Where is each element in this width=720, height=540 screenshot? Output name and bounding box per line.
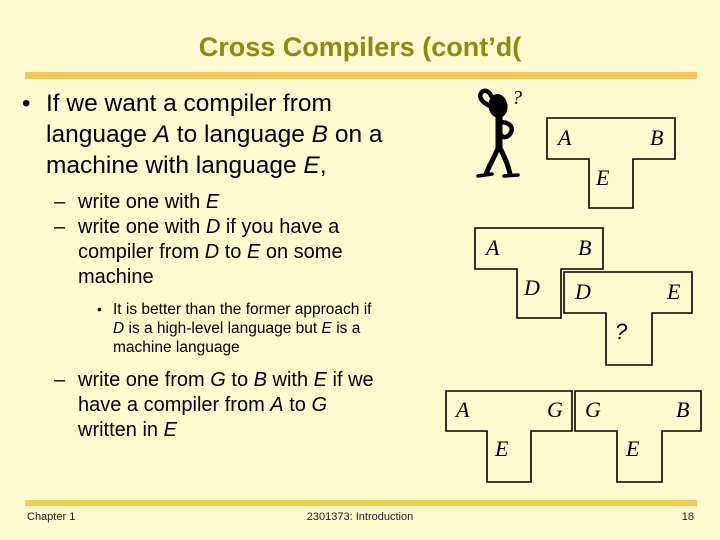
sub2-lang-e: E [246,241,261,263]
t3b-stem-label: E [626,436,640,461]
sub1-text: write one with [78,191,206,213]
footer-divider [25,500,697,506]
bullet1-lang-b: B [311,121,329,148]
bullet1-lang-a: A [153,121,170,148]
t2b-left-label: D [575,279,591,304]
dash-marker: – [54,369,66,391]
bullet1-line1: If we want a compiler from [46,90,332,117]
note-line2-part1: is a high-level language but [124,320,322,337]
bullet-level1-item: • If we want a compiler from language A … [0,88,468,181]
sub3-line2-part2: to [283,394,312,416]
sub3-lang-g2: G [311,394,327,416]
page-title: Cross Compilers (cont’d( [198,32,522,62]
sub3-line1-part4: if we [327,369,374,391]
bullet-level2-item-1: – write one with E [0,190,468,215]
bullet-level3-item: • It is better than the former approach … [0,300,468,357]
note-line3: machine language [113,339,240,356]
t1-right-label: B [650,125,664,150]
sub3-lang-g: G [210,369,226,391]
t3a-left-label: A [456,397,470,422]
footer-page-number: 18 [681,511,694,523]
sub1-lang-e: E [205,191,220,213]
t-diagram-2b: D E ? [563,271,693,366]
note-lang-d: D [113,320,125,337]
t1-left-label: A [558,125,572,150]
thinking-stick-figure-icon: ? [468,86,540,186]
sub2-line1-part2: if you have a [220,216,340,238]
t1-stem-label: E [596,165,610,190]
bullet-level2-item-3: – write one from G to B with E if we hav… [0,368,468,443]
slide: Cross Compilers (cont’d( • If we want a … [0,0,720,540]
slide-body: • If we want a compiler from language A … [0,88,468,488]
title-divider [25,72,697,79]
t3a-right-label: G [547,397,563,422]
svg-text:?: ? [512,87,522,109]
t-diagram-3b: G B E [574,390,702,483]
t2a-stem-label: D [524,275,540,300]
bullet1-line3-part2: , [319,152,327,179]
sub3-lang-b: B [253,369,267,391]
bullet1-lang-e: E [303,152,320,179]
sub2-line2-part3: on some [260,241,343,263]
sub2-line3: machine [78,266,154,288]
sub2-lang-d: D [205,216,221,238]
sub3-lang-e: E [313,369,327,391]
note-lang-e: E [321,320,332,337]
t3b-right-label: B [676,397,690,422]
note-line1: It is better than the former approach if [113,301,372,318]
sub3-line1-part1: write one from [78,369,211,391]
t3a-stem-label: E [495,436,509,461]
t2a-left-label: A [486,235,500,260]
bullet1-line2-part1: language [46,121,154,148]
sub2-line2-part2: to [219,241,247,263]
dash-marker: – [54,191,66,213]
bullet-level2-item-2: – write one with D if you have a compile… [0,215,468,290]
sub3-line1-part3: with [266,369,314,391]
sub2-line1-part1: write one with [78,216,206,238]
sub3-lang-a: A [270,394,284,416]
bullet1-line2-part3: on a [328,121,383,148]
sub3-line2-part1: have a compiler from [78,394,271,416]
sub3-lang-e2: E [163,419,177,441]
sub3-line3-part1: written in [78,419,164,441]
sub2-line2-part1: compiler from [78,241,205,263]
t-diagram-3a: A G E [445,390,573,483]
bullet1-line2-part2: to language [169,121,312,148]
bullet-marker: • [22,90,31,117]
t2a-right-label: B [578,235,592,260]
dash-marker: – [54,216,66,238]
bullet1-line3-part1: machine with language [46,152,304,179]
t2b-right-label: E [667,279,681,304]
note-line2-part2: is a [331,320,361,337]
t3b-left-label: G [585,397,601,422]
t2b-stem-label: ? [615,319,628,344]
sub2-lang-d2: D [204,241,220,263]
sub3-line1-part2: to [225,369,254,391]
bullet-marker: • [97,301,102,317]
t-diagram-1: A B E [546,117,676,209]
